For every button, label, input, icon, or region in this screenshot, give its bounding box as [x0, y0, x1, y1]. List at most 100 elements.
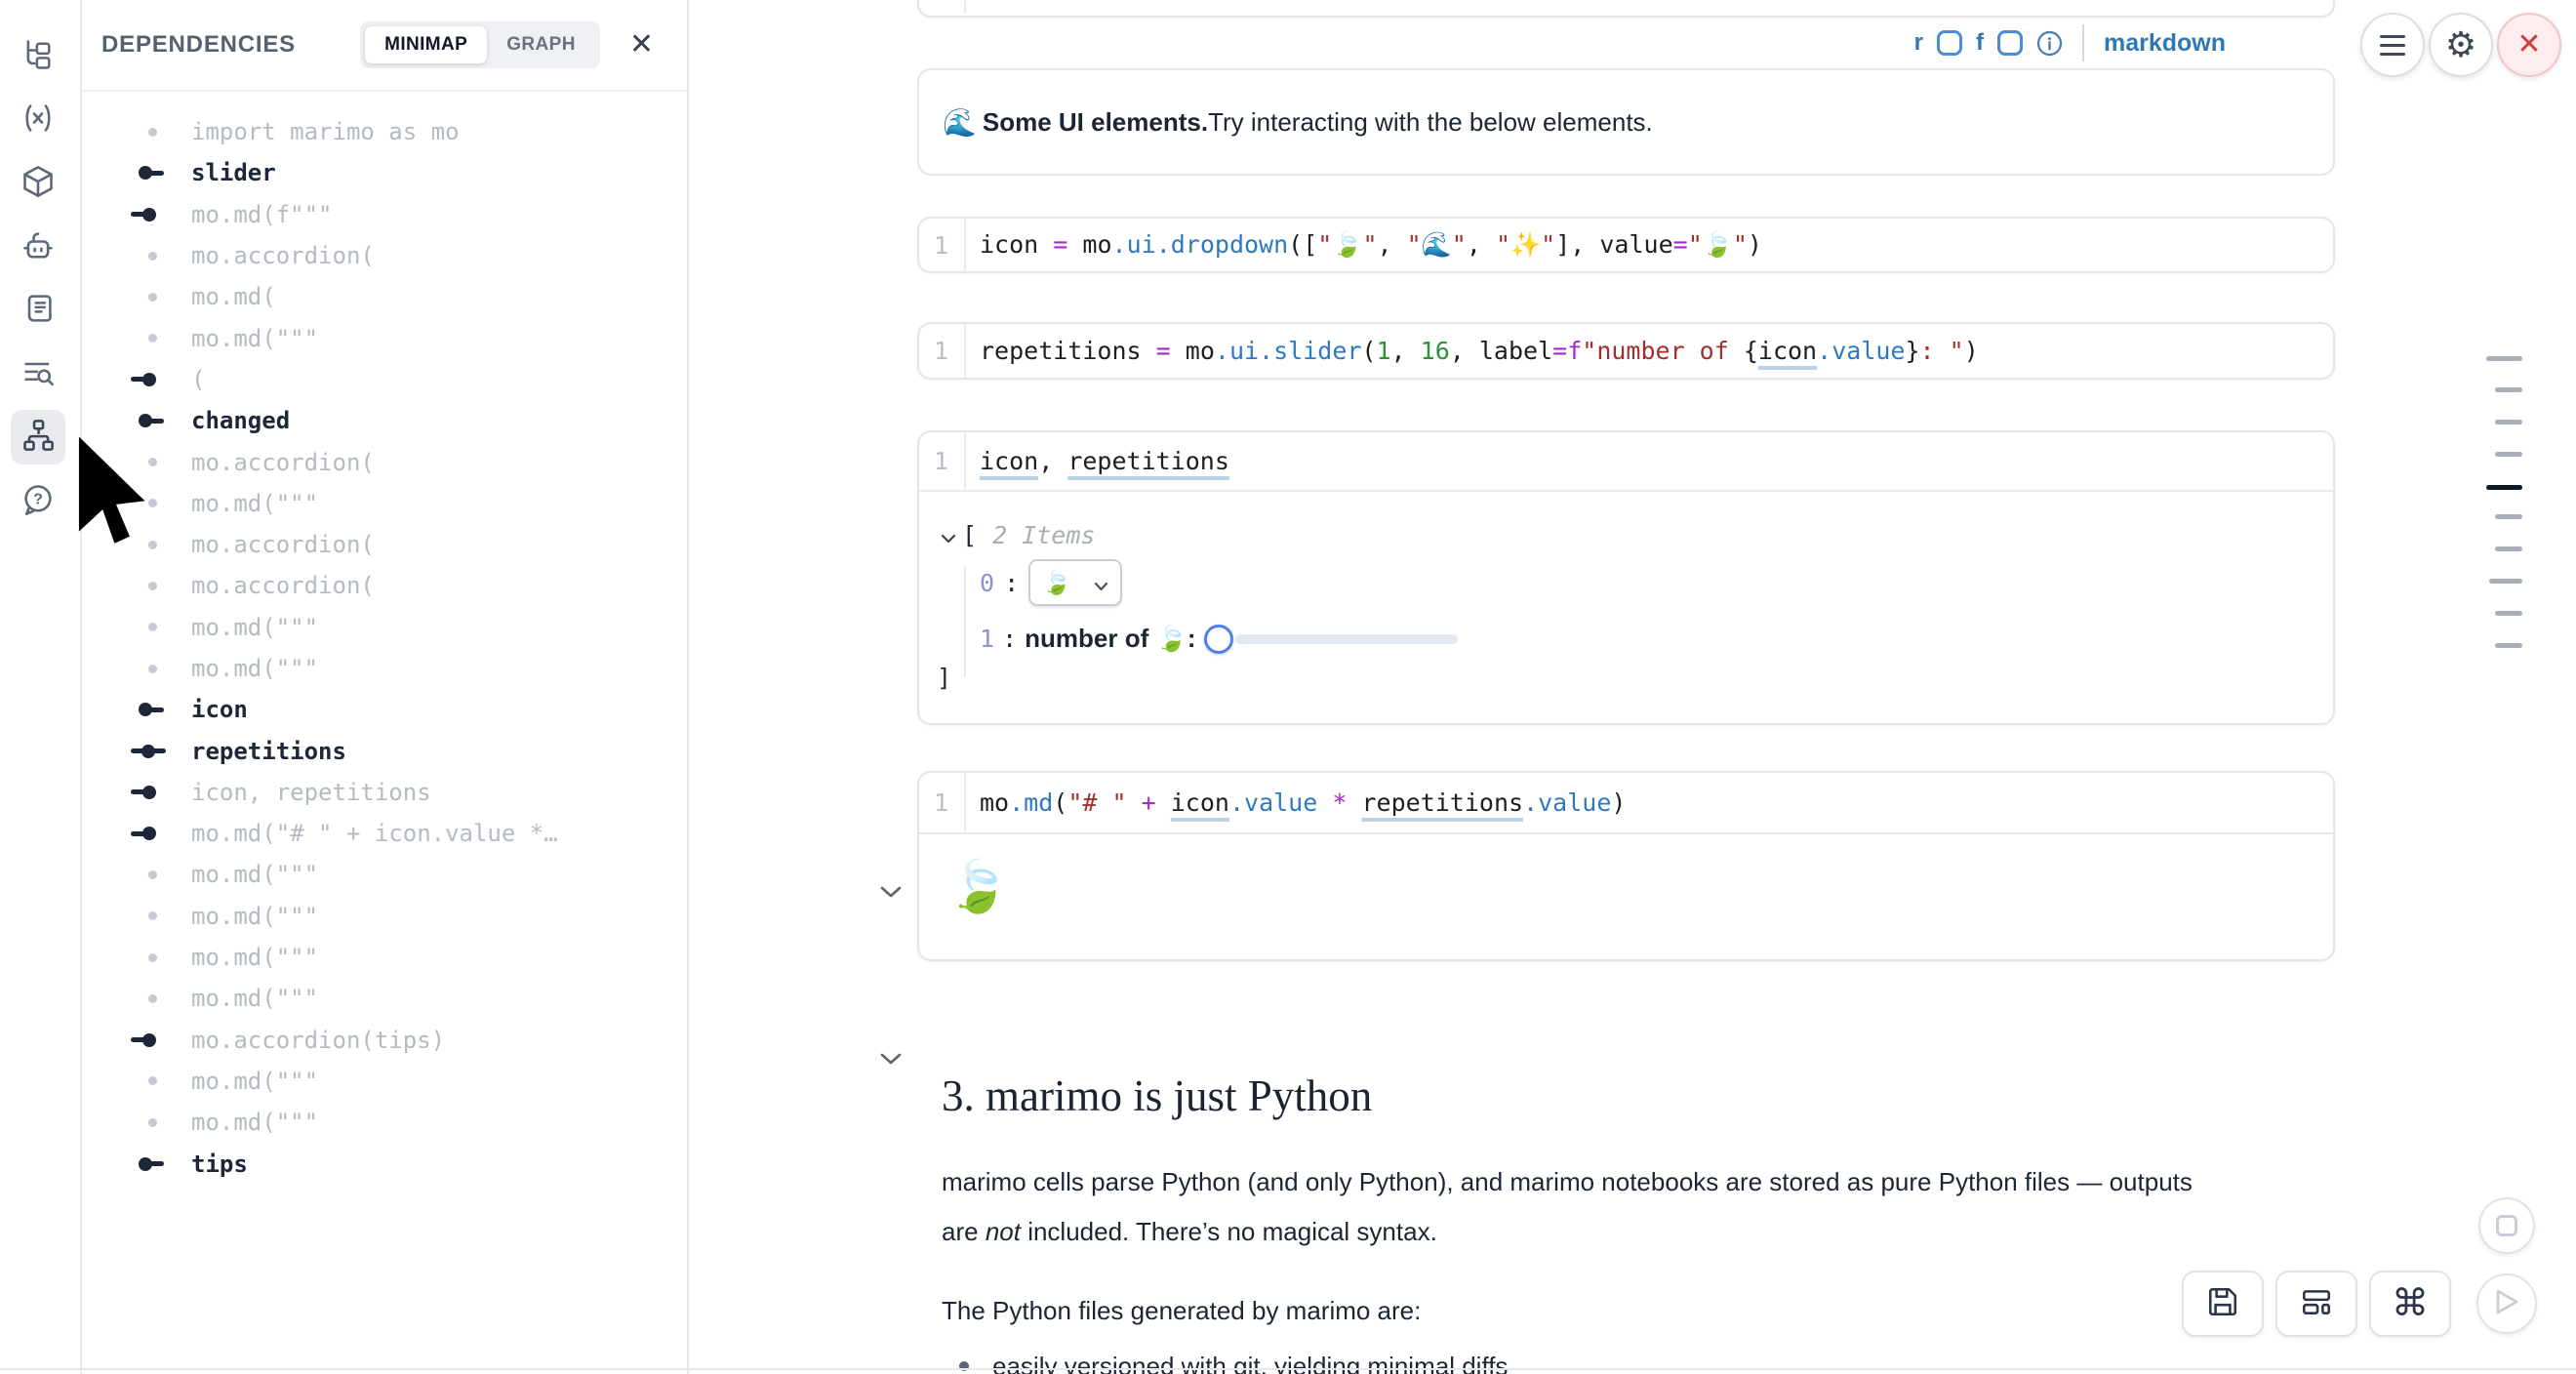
p1-line1: marimo cells parse Python (and only Pyth… — [942, 1167, 2193, 1196]
code-line[interactable]: mo.md("# " + icon.value * repetitions.va… — [966, 788, 1626, 817]
run-button[interactable] — [2476, 1273, 2537, 1334]
scroll-minimap-line[interactable] — [2495, 643, 2522, 648]
tab-minimap[interactable]: MINIMAP — [365, 26, 487, 63]
icon-dropdown-select[interactable]: 🍃 — [1028, 559, 1122, 606]
minimap-item[interactable]: mo.md(""" — [80, 648, 687, 689]
command-icon: ⌘ — [2392, 1285, 2429, 1322]
scroll-minimap-line[interactable] — [2495, 611, 2522, 616]
scroll-minimap-line[interactable] — [2495, 514, 2522, 519]
md-output-heading: 🍃 — [919, 834, 2333, 912]
bracket-close: ] — [937, 664, 2333, 692]
markdown-language-button[interactable]: markdown — [2104, 29, 2226, 58]
code-line[interactable]: icon = mo.ui.dropdown(["🍃", "🌊", "✨"], v… — [966, 230, 1762, 260]
notebook-menu-button[interactable] — [2360, 13, 2425, 77]
minimap-item-label: repetitions — [191, 738, 346, 765]
minimap-item[interactable]: mo.accordion( — [80, 565, 687, 606]
sidebar-item-variables[interactable] — [11, 93, 65, 147]
collapse-chevron-icon[interactable] — [941, 521, 956, 549]
panel-close-icon[interactable]: ✕ — [629, 30, 654, 60]
save-button[interactable] — [2182, 1271, 2264, 1337]
tree-index-1: 1 — [980, 625, 994, 653]
view-mode-tabs: MINIMAP GRAPH — [360, 21, 600, 68]
minimap-item[interactable]: mo.md(""" — [80, 978, 687, 1019]
minimap-item-label: mo.accordion( — [191, 242, 375, 269]
dependency-marker-icon — [129, 152, 183, 193]
minimap-item[interactable]: mo.md("# " + icon.value *… — [80, 813, 687, 854]
minimap-item[interactable]: tips — [80, 1143, 687, 1184]
minimap-item[interactable]: mo.md( — [80, 276, 687, 317]
minimap-item-label: mo.md(""" — [191, 985, 318, 1012]
minimap-item[interactable]: icon — [80, 689, 687, 730]
minimap-item[interactable]: mo.md(""" — [80, 896, 687, 937]
gear-icon: ⚙ — [2445, 27, 2476, 62]
r-checkbox[interactable] — [1937, 30, 1962, 56]
minimap-item[interactable]: mo.md(""" — [80, 1102, 687, 1143]
minimap-item-label: ( — [191, 366, 205, 393]
notebook-canvas: 1 **🌊 Some UI elements.** Try interactin… — [917, 0, 2335, 1374]
dependency-marker-icon — [129, 731, 183, 772]
tree-guide-line — [964, 566, 966, 677]
toolbar-divider — [2082, 24, 2084, 61]
shutdown-button[interactable]: ✕ — [2497, 13, 2561, 77]
stop-button[interactable] — [2478, 1197, 2535, 1254]
section-fold-chevron-icon[interactable] — [880, 1053, 906, 1072]
dropdown-code-cell[interactable]: 1 icon = mo.ui.dropdown(["🍃", "🌊", "✨"],… — [917, 217, 2335, 273]
minimap-item[interactable]: mo.md(""" — [80, 317, 687, 358]
minimap-item[interactable]: repetitions — [80, 730, 687, 771]
scroll-minimap-line[interactable] — [2489, 579, 2522, 584]
code-line[interactable]: **🌊 Some UI elements.** Try interacting … — [966, 0, 1980, 1]
tuple-cell[interactable]: 1 icon, repetitions [ 2 Items 0: 🍃 — [917, 430, 2335, 725]
slider-knob[interactable] — [1204, 625, 1233, 654]
dependency-marker-icon — [129, 235, 183, 276]
scroll-minimap-line[interactable] — [2495, 420, 2522, 424]
cell-fold-chevron-icon[interactable] — [880, 886, 906, 906]
f-checkbox[interactable] — [1997, 30, 2023, 56]
info-icon[interactable] — [2036, 30, 2063, 57]
settings-button[interactable]: ⚙ — [2429, 13, 2493, 77]
layout-button[interactable] — [2275, 1271, 2357, 1337]
minimap-item[interactable]: icon, repetitions — [80, 772, 687, 813]
scroll-minimap-line[interactable] — [2486, 356, 2522, 361]
scroll-minimap-line[interactable] — [2495, 387, 2522, 392]
minimap-item[interactable]: mo.md(""" — [80, 937, 687, 978]
minimap-item[interactable]: mo.accordion( — [80, 235, 687, 276]
minimap-item[interactable]: slider — [80, 152, 687, 193]
dependency-marker-icon — [129, 318, 183, 359]
tab-graph[interactable]: GRAPH — [487, 26, 595, 63]
sidebar-item-file-tree[interactable] — [11, 29, 65, 84]
keyboard-shortcuts-button[interactable]: ⌘ — [2369, 1271, 2451, 1337]
sidebar-item-packages[interactable] — [11, 156, 65, 211]
p1-italic: not — [986, 1217, 1021, 1246]
sidebar-item-dependencies[interactable] — [11, 410, 65, 465]
dependency-marker-icon — [129, 565, 183, 606]
mouse-cursor — [72, 433, 174, 553]
minimap-item[interactable]: mo.md(""" — [80, 854, 687, 895]
output-bold-text: Some UI elements. — [983, 107, 1208, 138]
dependency-marker-icon — [129, 648, 183, 689]
slider-track[interactable] — [1235, 634, 1458, 644]
minimap-item[interactable]: ( — [80, 359, 687, 400]
scroll-minimap-line[interactable] — [2495, 546, 2522, 551]
line-number: 1 — [919, 219, 966, 271]
viewport-bottom-divider — [0, 1368, 2576, 1370]
code-line[interactable]: repetitions = mo.ui.slider(1, 16, label=… — [966, 337, 1979, 365]
sidebar-item-help[interactable]: ? — [11, 474, 65, 529]
code-line[interactable]: icon, repetitions — [966, 447, 1229, 475]
svg-text:?: ? — [33, 491, 43, 507]
scroll-minimap-line[interactable] — [2495, 452, 2522, 457]
r-shortcut-label: r — [1914, 29, 1923, 57]
minimap-item[interactable]: mo.md(f""" — [80, 194, 687, 235]
dependency-marker-icon — [129, 359, 183, 400]
minimap-item[interactable]: mo.md(""" — [80, 607, 687, 648]
minimap-item[interactable]: import marimo as mo — [80, 111, 687, 152]
sidebar-item-documentation[interactable] — [11, 283, 65, 338]
minimap-list: import marimo as moslidermo.md(f""" mo.ac… — [80, 111, 687, 1185]
sidebar-item-ai-assistant[interactable] — [11, 221, 65, 275]
md-expression-cell[interactable]: 1 mo.md("# " + icon.value * repetitions.… — [917, 771, 2335, 961]
sidebar-item-snippets[interactable] — [11, 347, 65, 402]
markdown-source-cell[interactable]: 1 **🌊 Some UI elements.** Try interactin… — [917, 0, 2335, 18]
slider-code-cell[interactable]: 1 repetitions = mo.ui.slider(1, 16, labe… — [917, 322, 2335, 380]
minimap-item[interactable]: mo.md(""" — [80, 1061, 687, 1102]
minimap-item[interactable]: mo.accordion(tips) — [80, 1020, 687, 1061]
scroll-minimap-line[interactable] — [2486, 485, 2522, 490]
